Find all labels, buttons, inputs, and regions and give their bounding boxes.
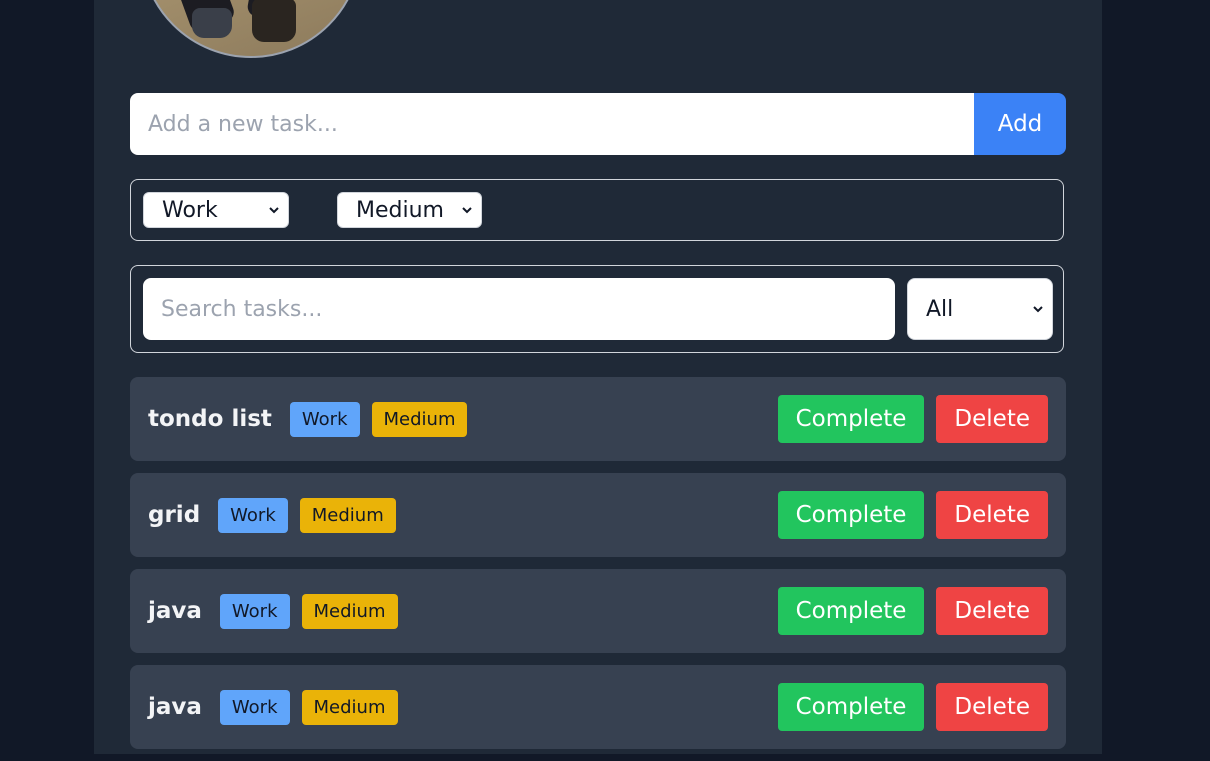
complete-button[interactable]: Complete [777,587,925,635]
new-task-input[interactable] [130,93,974,155]
category-badge: Work [219,689,290,725]
task-title: java [148,694,202,720]
category-badge: Work [218,497,288,533]
task-title: grid [148,502,201,528]
profile-avatar [140,0,362,58]
task-item: java Work Medium Complete Delete [130,569,1066,653]
task-list: tondo list Work Medium Complete Delete g… [130,377,1066,761]
chevron-down-icon [462,207,472,214]
add-task-button[interactable]: Add [974,93,1066,155]
filter-select[interactable]: All [907,278,1053,340]
app-container: Add Work Medium All tondo list Work Medi… [94,0,1102,754]
priority-badge: Medium [301,593,398,629]
task-title: java [148,598,202,624]
task-item: java Work Medium Complete Delete [130,665,1066,749]
task-title: tondo list [148,406,272,432]
task-item: tondo list Work Medium Complete Delete [130,377,1066,461]
category-select[interactable]: Work [143,192,289,228]
category-badge: Work [289,401,360,437]
chevron-down-icon [1033,306,1043,313]
delete-button[interactable]: Delete [936,491,1048,539]
complete-button[interactable]: Complete [777,683,925,731]
delete-button[interactable]: Delete [936,587,1048,635]
search-panel: All [130,265,1064,353]
category-select-value: Work [162,197,218,223]
complete-button[interactable]: Complete [777,491,925,539]
priority-badge: Medium [299,497,396,533]
delete-button[interactable]: Delete [936,683,1048,731]
search-input[interactable] [143,278,895,340]
priority-select-value: Medium [356,197,444,223]
priority-badge: Medium [371,401,468,437]
delete-button[interactable]: Delete [936,395,1048,443]
chevron-down-icon [269,207,279,214]
task-options-panel: Work Medium [130,179,1064,241]
category-badge: Work [219,593,290,629]
task-item: grid Work Medium Complete Delete [130,473,1066,557]
filter-select-value: All [926,296,954,322]
priority-badge: Medium [301,689,398,725]
add-task-form: Add [130,93,1066,155]
priority-select[interactable]: Medium [337,192,482,228]
complete-button[interactable]: Complete [777,395,925,443]
